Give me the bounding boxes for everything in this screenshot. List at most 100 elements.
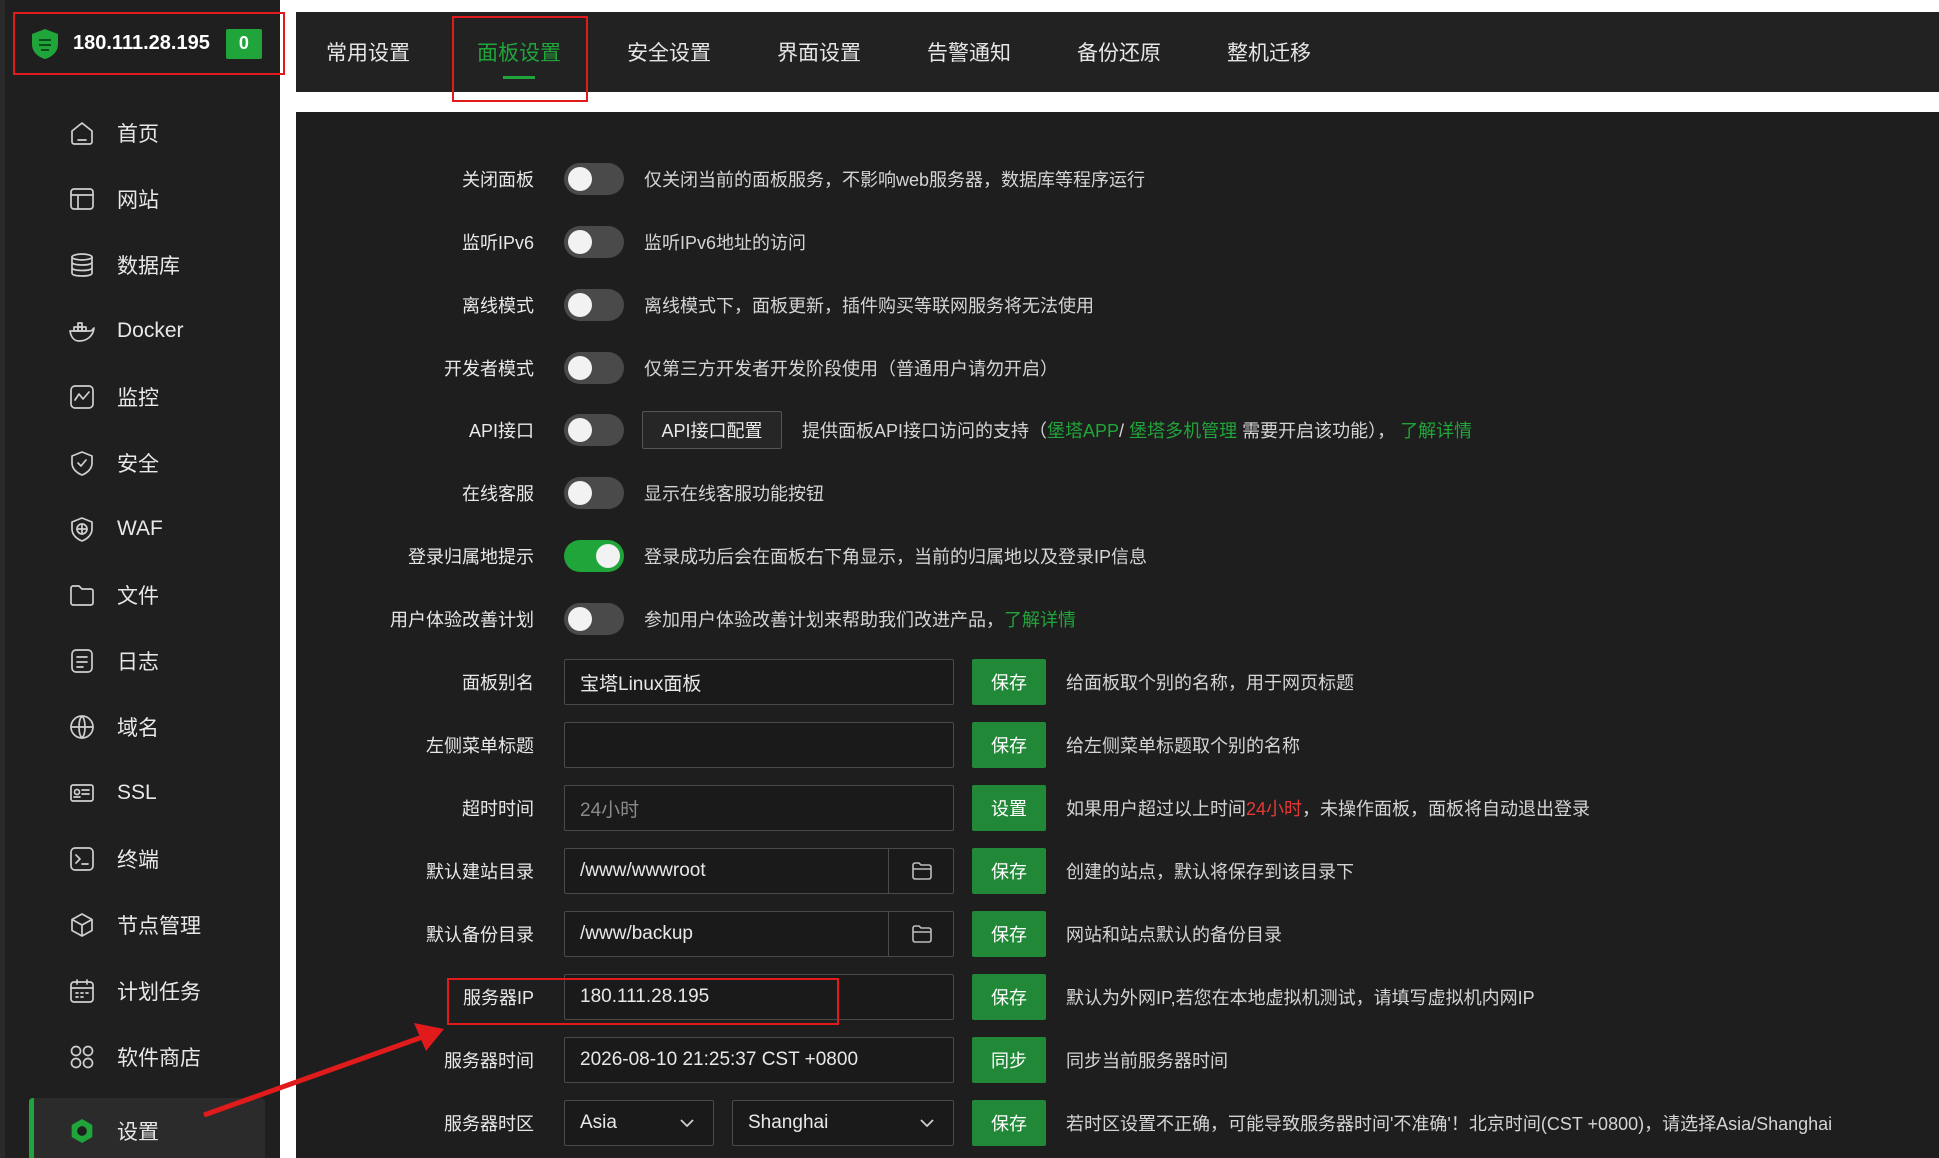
sidebar-item-logs[interactable]: 日志 bbox=[29, 628, 265, 694]
setting-label: 面板别名 bbox=[462, 673, 534, 693]
sidebar-item-domain[interactable]: 域名 bbox=[29, 694, 265, 760]
api-config-button[interactable]: API接口配置 bbox=[642, 411, 782, 449]
setting-label: 服务器时区 bbox=[444, 1114, 534, 1134]
sidebar-item-label: 网站 bbox=[117, 189, 159, 212]
database-icon bbox=[67, 250, 97, 280]
sidebar: 180.111.28.195 0 首页 网站 数据库 Docker 监控 安全 bbox=[0, 0, 285, 1158]
sidebar-item-label: 节点管理 bbox=[117, 915, 201, 938]
sidebar-item-label: 计划任务 bbox=[117, 981, 201, 1004]
server-header[interactable]: 180.111.28.195 0 bbox=[13, 12, 285, 75]
sidebar-item-files[interactable]: 文件 bbox=[29, 562, 265, 628]
timezone-save-button[interactable]: 保存 bbox=[972, 1100, 1046, 1146]
settings-tabbar: 常用设置 面板设置 安全设置 界面设置 告警通知 备份还原 整机迁移 bbox=[296, 12, 1939, 92]
setting-desc: 如果用户超过以上时间24小时，未操作面板，面板将自动退出登录 bbox=[1066, 795, 1590, 821]
setting-server-time: 服务器时间 2026-08-10 21:25:37 CST +0800 同步 同… bbox=[296, 1036, 1939, 1084]
settings-icon bbox=[67, 1116, 97, 1146]
backup-dir-value: /www/backup bbox=[580, 923, 693, 944]
apps-icon bbox=[67, 1042, 97, 1072]
bt-multi-link[interactable]: 堡塔多机管理 bbox=[1129, 421, 1237, 441]
tab-general[interactable]: 常用设置 bbox=[326, 12, 410, 92]
offline-toggle[interactable] bbox=[564, 289, 624, 321]
setting-desc: 给左侧菜单标题取个别的名称 bbox=[1066, 736, 1300, 756]
sidebar-item-cron[interactable]: 计划任务 bbox=[29, 958, 265, 1024]
server-ip-save-button[interactable]: 保存 bbox=[972, 974, 1046, 1020]
sidebar-item-label: 域名 bbox=[117, 717, 159, 740]
setting-label: 登录归属地提示 bbox=[408, 547, 534, 567]
timezone-city-select[interactable]: Shanghai bbox=[732, 1100, 954, 1146]
setting-desc: 监听IPv6地址的访问 bbox=[644, 233, 807, 253]
sidebar-item-label: 监控 bbox=[117, 387, 159, 410]
setting-desc: 参加用户体验改善计划来帮助我们改进产品，了解详情 bbox=[644, 606, 1076, 632]
sidebar-item-label: Docker bbox=[117, 319, 184, 342]
tab-security[interactable]: 安全设置 bbox=[627, 12, 711, 92]
setting-label: 在线客服 bbox=[462, 484, 534, 504]
sidebar-item-ssl[interactable]: SSL bbox=[29, 760, 265, 826]
api-toggle[interactable] bbox=[564, 414, 624, 446]
setting-label: 左侧菜单标题 bbox=[426, 736, 534, 756]
close-panel-toggle[interactable] bbox=[564, 163, 624, 195]
tab-backup[interactable]: 备份还原 bbox=[1077, 12, 1161, 92]
setting-login-location: 登录归属地提示 登录成功后会在面板右下角显示，当前的归属地以及登录IP信息 bbox=[296, 532, 1939, 580]
sidebar-item-waf[interactable]: WAF bbox=[29, 496, 265, 562]
setting-online-service: 在线客服 显示在线客服功能按钮 bbox=[296, 469, 1939, 517]
notification-badge[interactable]: 0 bbox=[225, 28, 262, 59]
server-time-sync-button[interactable]: 同步 bbox=[972, 1037, 1046, 1083]
sidebar-item-website[interactable]: 网站 bbox=[29, 166, 265, 232]
sidebar-item-settings[interactable]: 设置 bbox=[29, 1098, 265, 1158]
server-time-input[interactable]: 2026-08-10 21:25:37 CST +0800 bbox=[564, 1037, 954, 1083]
sidebar-item-nodes[interactable]: 节点管理 bbox=[29, 892, 265, 958]
developer-toggle[interactable] bbox=[564, 352, 624, 384]
server-ip-input[interactable]: 180.111.28.195 bbox=[564, 974, 954, 1020]
ipv6-toggle[interactable] bbox=[564, 226, 624, 258]
online-service-toggle[interactable] bbox=[564, 477, 624, 509]
sidebar-item-store[interactable]: 软件商店 bbox=[29, 1024, 265, 1090]
site-dir-save-button[interactable]: 保存 bbox=[972, 848, 1046, 894]
panel-alias-save-button[interactable]: 保存 bbox=[972, 659, 1046, 705]
docker-icon bbox=[67, 316, 97, 346]
tab-interface[interactable]: 界面设置 bbox=[777, 12, 861, 92]
setting-label: 监听IPv6 bbox=[461, 233, 534, 253]
sidebar-item-monitor[interactable]: 监控 bbox=[29, 364, 265, 430]
sidebar-item-docker[interactable]: Docker bbox=[29, 298, 265, 364]
shield-icon bbox=[67, 448, 97, 478]
monitor-icon bbox=[67, 382, 97, 412]
setting-label: API接口 bbox=[468, 421, 534, 441]
site-dir-value: /www/wwwroot bbox=[580, 860, 706, 881]
site-dir-browse-button[interactable] bbox=[888, 848, 954, 894]
timeout-input[interactable]: 24小时 bbox=[564, 785, 954, 831]
globe-icon bbox=[67, 712, 97, 742]
setting-label: 默认备份目录 bbox=[426, 925, 534, 945]
folder-open-icon bbox=[911, 862, 932, 880]
backup-dir-browse-button[interactable] bbox=[888, 911, 954, 957]
sidebar-item-home[interactable]: 首页 bbox=[29, 100, 265, 166]
setting-desc: 离线模式下，面板更新，插件购买等联网服务将无法使用 bbox=[644, 296, 1094, 316]
ux-plan-toggle[interactable] bbox=[564, 603, 624, 635]
sidebar-item-label: 终端 bbox=[117, 849, 159, 872]
chevron-down-icon bbox=[919, 1115, 935, 1131]
server-ip-title: 180.111.28.195 bbox=[73, 32, 210, 54]
tab-panel[interactable]: 面板设置 bbox=[477, 12, 561, 92]
sidebar-item-label: 设置 bbox=[117, 1121, 159, 1144]
ux-learn-more-link[interactable]: 了解详情 bbox=[1004, 610, 1076, 630]
login-location-toggle[interactable] bbox=[564, 540, 624, 572]
setting-desc: 同步当前服务器时间 bbox=[1066, 1051, 1228, 1071]
backup-dir-save-button[interactable]: 保存 bbox=[972, 911, 1046, 957]
sidebar-item-terminal[interactable]: 终端 bbox=[29, 826, 265, 892]
panel-alias-input[interactable]: 宝塔Linux面板 bbox=[564, 659, 954, 705]
waf-icon bbox=[67, 514, 97, 544]
bt-app-link[interactable]: 堡塔APP bbox=[1047, 421, 1119, 441]
tab-alerts[interactable]: 告警通知 bbox=[927, 12, 1011, 92]
tab-migration[interactable]: 整机迁移 bbox=[1227, 12, 1311, 92]
timeout-set-button[interactable]: 设置 bbox=[972, 785, 1046, 831]
menu-title-save-button[interactable]: 保存 bbox=[972, 722, 1046, 768]
timeout-desc-post: ，未操作面板，面板将自动退出登录 bbox=[1302, 799, 1591, 819]
menu-title-input[interactable] bbox=[564, 722, 954, 768]
setting-ux-plan: 用户体验改善计划 参加用户体验改善计划来帮助我们改进产品，了解详情 bbox=[296, 595, 1939, 643]
sidebar-item-database[interactable]: 数据库 bbox=[29, 232, 265, 298]
setting-api: API接口 API接口配置 提供面板API接口访问的支持（堡塔APP/ 堡塔多机… bbox=[296, 406, 1939, 454]
setting-close-panel: 关闭面板 仅关闭当前的面板服务，不影响web服务器，数据库等程序运行 bbox=[296, 155, 1939, 203]
home-icon bbox=[67, 118, 97, 148]
api-learn-more-link[interactable]: 了解详情 bbox=[1400, 421, 1472, 441]
sidebar-item-security[interactable]: 安全 bbox=[29, 430, 265, 496]
timezone-region-select[interactable]: Asia bbox=[564, 1100, 714, 1146]
